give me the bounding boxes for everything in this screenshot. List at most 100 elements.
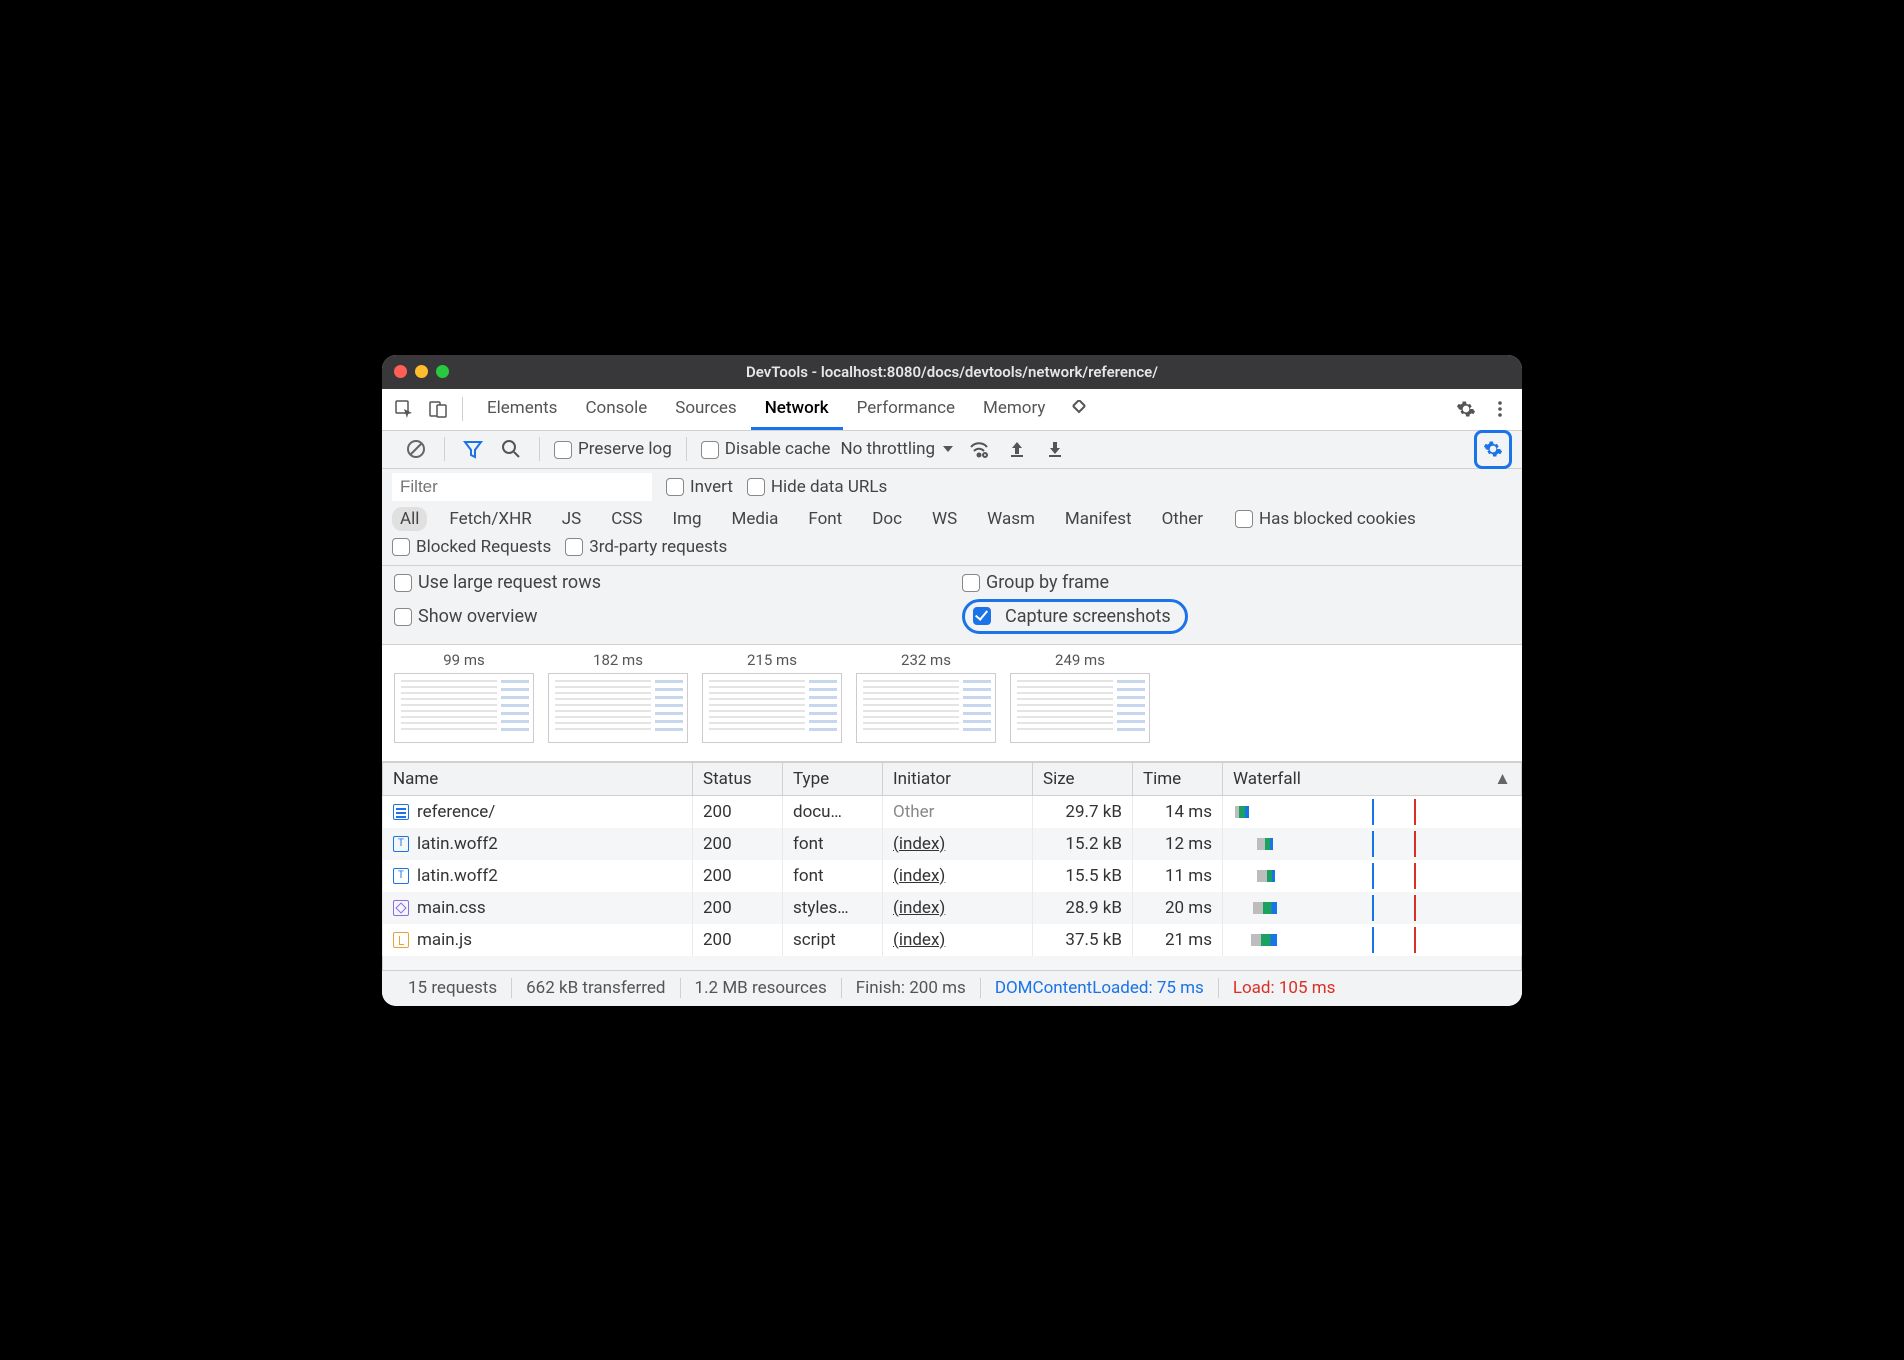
kebab-menu-icon[interactable] [1486, 395, 1514, 423]
filmstrip-frame[interactable]: 215 ms [702, 651, 842, 743]
window-title: DevTools - localhost:8080/docs/devtools/… [746, 363, 1158, 381]
close-window-button[interactable] [394, 365, 407, 378]
throttling-select[interactable]: No throttling [840, 439, 955, 459]
preserve-log-checkbox[interactable]: Preserve log [554, 439, 672, 459]
device-toolbar-icon[interactable] [424, 395, 452, 423]
show-overview-checkbox[interactable]: Show overview [394, 606, 538, 627]
initiator-link[interactable]: (index) [893, 866, 945, 886]
clear-button-icon[interactable] [402, 435, 430, 463]
initiator-link[interactable]: (index) [893, 930, 945, 950]
waterfall-cell [1233, 865, 1511, 887]
header-status[interactable]: Status [693, 762, 783, 795]
filmstrip-frame[interactable]: 182 ms [548, 651, 688, 743]
maximize-window-button[interactable] [436, 365, 449, 378]
file-name: latin.woff2 [417, 834, 498, 854]
header-type[interactable]: Type [783, 762, 883, 795]
tab-console[interactable]: Console [571, 389, 661, 430]
large-rows-checkbox[interactable]: Use large request rows [394, 572, 601, 593]
file-name: latin.woff2 [417, 866, 498, 886]
table-row[interactable]: reference/200docu…Other29.7 kB14 ms [383, 795, 1522, 828]
status-domcontentloaded: DOMContentLoaded: 75 ms [981, 978, 1219, 998]
throttling-value: No throttling [840, 439, 935, 459]
frame-thumbnail [548, 673, 688, 743]
filter-type-other[interactable]: Other [1154, 507, 1211, 531]
filmstrip-frame[interactable]: 99 ms [394, 651, 534, 743]
initiator-link[interactable]: (index) [893, 898, 945, 918]
capture-screenshots-highlighted: Capture screenshots [962, 599, 1188, 634]
upload-har-icon[interactable] [1003, 435, 1031, 463]
tab-sources[interactable]: Sources [661, 389, 750, 430]
settings-gear-icon[interactable] [1452, 395, 1480, 423]
cell-status: 200 [693, 924, 783, 956]
download-har-icon[interactable] [1041, 435, 1069, 463]
header-name[interactable]: Name [383, 762, 693, 795]
header-size[interactable]: Size [1033, 762, 1133, 795]
initiator-link[interactable]: (index) [893, 834, 945, 854]
filter-type-img[interactable]: Img [664, 507, 709, 531]
table-row[interactable]: latin.woff2200font(index)15.2 kB12 ms [383, 828, 1522, 860]
tab-elements[interactable]: Elements [473, 389, 571, 430]
filter-type-all[interactable]: All [392, 507, 427, 531]
group-by-frame-checkbox[interactable]: Group by frame [962, 572, 1109, 593]
table-row[interactable]: latin.woff2200font(index)15.5 kB11 ms [383, 860, 1522, 892]
filter-input[interactable] [392, 473, 652, 501]
cell-time: 21 ms [1133, 924, 1223, 956]
minimize-window-button[interactable] [415, 365, 428, 378]
third-party-checkbox[interactable]: 3rd-party requests [565, 537, 727, 557]
blocked-requests-checkbox[interactable]: Blocked Requests [392, 537, 551, 557]
filter-type-ws[interactable]: WS [924, 507, 965, 531]
devtools-tabbar: ElementsConsoleSourcesNetworkPerformance… [382, 389, 1522, 431]
status-finish: Finish: 200 ms [842, 978, 981, 998]
file-name: reference/ [417, 802, 495, 822]
divider [686, 437, 687, 461]
cell-time: 20 ms [1133, 892, 1223, 924]
more-tabs-icon[interactable] [1065, 395, 1093, 423]
inspect-element-icon[interactable] [390, 395, 418, 423]
tab-performance[interactable]: Performance [843, 389, 969, 430]
filter-toggle-icon[interactable] [459, 435, 487, 463]
filter-type-doc[interactable]: Doc [864, 507, 910, 531]
filter-type-media[interactable]: Media [724, 507, 787, 531]
status-resources: 1.2 MB resources [681, 978, 842, 998]
invert-checkbox[interactable]: Invert [666, 477, 733, 497]
capture-screenshots-label: Capture screenshots [1005, 606, 1171, 627]
file-name: main.css [417, 898, 486, 918]
table-row[interactable]: main.js200script(index)37.5 kB21 ms [383, 924, 1522, 956]
chevron-down-icon [941, 442, 955, 456]
waterfall-cell [1233, 801, 1511, 823]
hide-data-urls-checkbox[interactable]: Hide data URLs [747, 477, 887, 497]
header-time[interactable]: Time [1133, 762, 1223, 795]
cell-size: 15.5 kB [1033, 860, 1133, 892]
status-bar: 15 requests 662 kB transferred 1.2 MB re… [382, 970, 1522, 1006]
cell-initiator: (index) [883, 924, 1033, 956]
header-waterfall[interactable]: Waterfall▲ [1223, 762, 1522, 795]
has-blocked-cookies-checkbox[interactable]: Has blocked cookies [1235, 509, 1416, 529]
network-settings-panel: Use large request rows Group by frame Sh… [382, 566, 1522, 645]
cell-status: 200 [693, 828, 783, 860]
network-conditions-icon[interactable] [965, 435, 993, 463]
cell-time: 14 ms [1133, 795, 1223, 828]
search-icon[interactable] [497, 435, 525, 463]
network-toolbar: Preserve log Disable cache No throttling [382, 431, 1522, 469]
header-initiator[interactable]: Initiator [883, 762, 1033, 795]
capture-screenshots-checkbox[interactable]: Capture screenshots [973, 606, 1171, 627]
filter-type-manifest[interactable]: Manifest [1057, 507, 1140, 531]
filter-type-fetch-xhr[interactable]: Fetch/XHR [441, 507, 539, 531]
frame-thumbnail [856, 673, 996, 743]
cell-status: 200 [693, 795, 783, 828]
filter-type-css[interactable]: CSS [603, 507, 650, 531]
file-type-icon [393, 804, 409, 820]
filmstrip-frame[interactable]: 232 ms [856, 651, 996, 743]
titlebar: DevTools - localhost:8080/docs/devtools/… [382, 355, 1522, 389]
network-settings-gear-icon[interactable] [1479, 435, 1507, 463]
disable-cache-checkbox[interactable]: Disable cache [701, 439, 831, 459]
file-name: main.js [417, 930, 472, 950]
tab-network[interactable]: Network [751, 389, 843, 430]
tab-memory[interactable]: Memory [969, 389, 1059, 430]
filter-type-js[interactable]: JS [554, 507, 589, 531]
filter-type-wasm[interactable]: Wasm [979, 507, 1043, 531]
cell-initiator: (index) [883, 828, 1033, 860]
filmstrip-frame[interactable]: 249 ms [1010, 651, 1150, 743]
filter-type-font[interactable]: Font [800, 507, 850, 531]
table-row[interactable]: main.css200styles…(index)28.9 kB20 ms [383, 892, 1522, 924]
